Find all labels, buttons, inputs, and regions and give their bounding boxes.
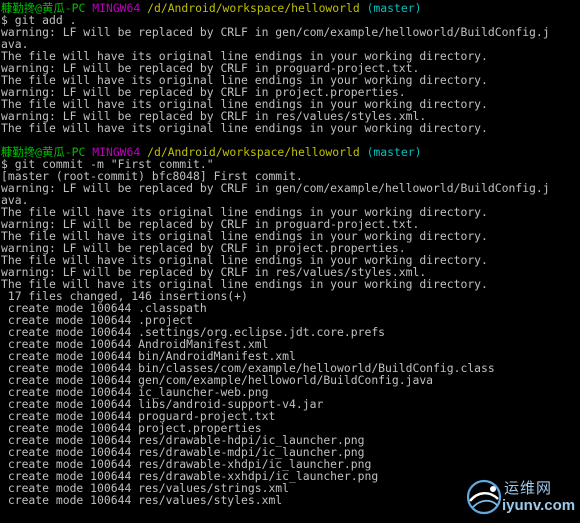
prompt-line: 糠勤搀@黄瓜-PC MINGW64 /d/Android/workspace/h…	[1, 2, 580, 14]
output-line: warning: LF will be replaced by CRLF in …	[1, 181, 550, 195]
globe-logo-icon	[466, 479, 502, 515]
watermark: 运维网 iyunv.com	[464, 475, 576, 519]
prompt-branch: (master)	[366, 145, 422, 159]
watermark-url: iyunv.com	[502, 497, 576, 514]
prompt-branch: (master)	[366, 1, 422, 15]
prompt-path: /d/Android/workspace/helloworld	[147, 1, 360, 15]
terminal-window[interactable]: 糠勤搀@黄瓜-PC MINGW64 /d/Android/workspace/h…	[0, 0, 580, 523]
prompt-system: MINGW64	[92, 1, 141, 15]
output-line: The file will have its original line end…	[1, 121, 488, 135]
watermark-name: 运维网	[504, 479, 553, 497]
output-line: warning: LF will be replaced by CRLF in …	[1, 25, 550, 39]
terminal-output: 糠勤搀@黄瓜-PC MINGW64 /d/Android/workspace/h…	[0, 0, 580, 506]
